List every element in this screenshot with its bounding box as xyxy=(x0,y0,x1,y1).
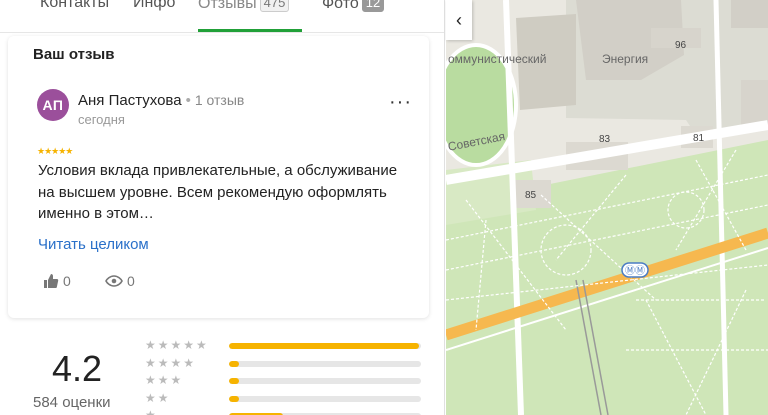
thumbs-up-icon xyxy=(44,274,59,288)
rating-row: ★★★★ xyxy=(145,356,425,374)
rating-row-bar xyxy=(229,360,421,367)
rating-row: ★★★★★ xyxy=(145,338,425,356)
rating-row-bar xyxy=(229,378,421,384)
rating-distribution: ★★★★★ ★★★★ ★★★ ★★ ★ xyxy=(145,338,425,415)
read-more-link[interactable]: Читать целиком xyxy=(38,236,149,253)
views-count: 0 xyxy=(127,273,135,289)
separator-dot: • xyxy=(185,92,191,109)
author-review-count: 1 отзыв xyxy=(194,92,245,108)
section-title: Ваш отзыв xyxy=(33,46,115,63)
eye-icon xyxy=(105,275,123,287)
house-number: 85 xyxy=(525,190,537,201)
tab-label: Инфо xyxy=(133,0,176,11)
rating-row-fill xyxy=(229,395,239,402)
tabs-bar: Контакты Инфо Отзывы 475 Фото 12 xyxy=(0,0,444,33)
author-name[interactable]: Аня Пастухова xyxy=(78,92,182,109)
rating-row-fill xyxy=(229,360,239,367)
tab-info[interactable]: Инфо xyxy=(133,0,175,12)
house-number: 96 xyxy=(675,40,687,51)
rating-row-stars: ★★★★ xyxy=(145,355,197,370)
house-number: 83 xyxy=(599,134,611,145)
views-counter: 0 xyxy=(105,273,135,289)
avatar[interactable]: АП xyxy=(37,89,69,121)
rating-count: 584 оценки xyxy=(33,394,111,411)
my-review-card: Ваш отзыв АП Аня Пастухова • 1 отзыв сегод… xyxy=(8,36,429,318)
house-number: 81 xyxy=(693,133,705,144)
review-stars: ★★★★★ xyxy=(37,146,73,156)
svg-text:ⓂⓂ: ⓂⓂ xyxy=(625,265,645,277)
tab-label: Контакты xyxy=(40,0,110,11)
reviews-count-badge: 475 xyxy=(259,0,290,12)
organization-panel: Контакты Инфо Отзывы 475 Фото 12 Ваш отзыв… xyxy=(0,0,445,415)
tab-label: Отзывы xyxy=(198,0,257,12)
rating-row-fill xyxy=(229,378,239,384)
rating-row-stars: ★★★★★ xyxy=(145,338,209,352)
photo-count-badge: 12 xyxy=(361,0,385,12)
map[interactable]: ⓂⓂ оммунистический Энергия Советская 96 … xyxy=(446,0,768,415)
rating-row-stars: ★ xyxy=(145,408,158,415)
tab-label: Фото xyxy=(322,0,359,12)
author-line: Аня Пастухова • 1 отзыв xyxy=(78,92,244,109)
rating-value: 4.2 xyxy=(52,348,103,389)
like-button[interactable]: 0 xyxy=(43,273,71,289)
street-label: оммунистический xyxy=(448,52,547,66)
rating-row-stars: ★★ xyxy=(145,390,171,405)
metro-icon[interactable]: ⓂⓂ xyxy=(621,262,649,278)
active-tab-indicator xyxy=(198,29,302,32)
chevron-left-icon: ‹ xyxy=(456,9,462,30)
tab-contacts[interactable]: Контакты xyxy=(40,0,109,12)
rating-row-stars: ★★★ xyxy=(145,373,184,387)
rating-row-fill xyxy=(229,343,420,349)
likes-count: 0 xyxy=(63,273,71,289)
more-dots-icon[interactable]: ··· xyxy=(389,92,412,112)
rating-row-bar xyxy=(229,343,421,349)
poi-label: Энергия xyxy=(602,52,649,66)
rating-row: ★★★ xyxy=(145,373,425,391)
tab-photo[interactable]: Фото 12 xyxy=(322,0,385,13)
collapse-panel-button[interactable]: ‹ xyxy=(446,0,472,40)
rating-row: ★ xyxy=(145,408,425,415)
tab-reviews[interactable]: Отзывы 475 xyxy=(198,0,290,13)
rating-row-bar xyxy=(229,395,421,402)
rating-row: ★★ xyxy=(145,391,425,409)
review-date: сегодня xyxy=(78,112,125,127)
review-text: Условия вклада привлекательные, а обслуж… xyxy=(38,162,398,222)
